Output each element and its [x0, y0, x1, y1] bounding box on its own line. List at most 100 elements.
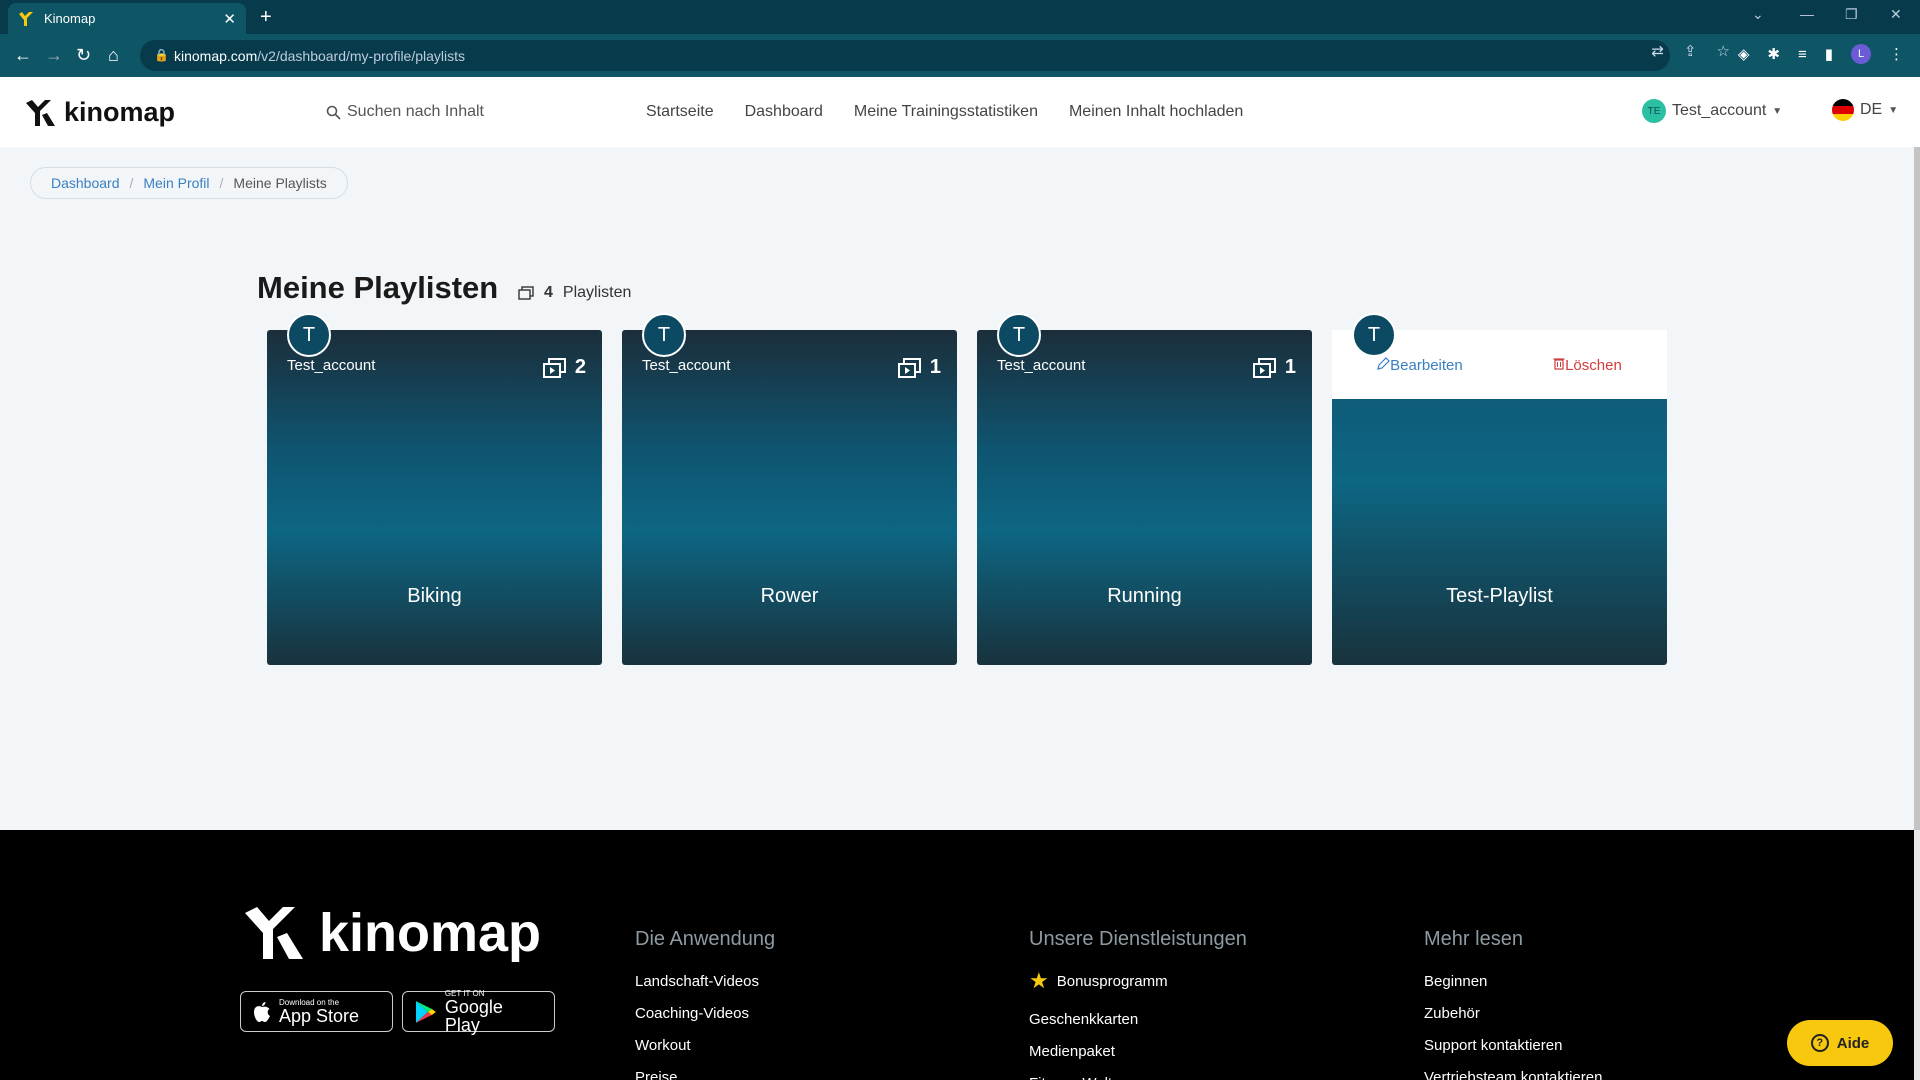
share-icon[interactable]: ⇪: [1684, 42, 1697, 60]
playlist-name: Running: [1107, 585, 1182, 607]
forward-icon[interactable]: →: [45, 44, 63, 66]
help-label: Aide: [1836, 1034, 1870, 1052]
owner-name[interactable]: Test_account: [642, 357, 730, 374]
owner-name[interactable]: Test_account: [287, 357, 375, 374]
video-count-value: 2: [574, 356, 586, 378]
footer-link[interactable]: Fitness-Welt: [1029, 1067, 1247, 1080]
playlist-card-biking[interactable]: T Test_account 2 Biking: [267, 313, 602, 665]
google-play-button[interactable]: GET IT ON Google Play: [402, 989, 555, 1034]
reload-icon[interactable]: ↻: [76, 44, 91, 66]
owner-avatar[interactable]: T: [997, 313, 1041, 357]
breadcrumb-separator: /: [129, 175, 134, 191]
profile-avatar[interactable]: L: [1851, 44, 1871, 64]
footer-column-title: Mehr lesen: [1424, 928, 1523, 950]
owner-avatar[interactable]: T: [1352, 313, 1396, 357]
bookmark-star-icon[interactable]: ☆: [1717, 42, 1730, 60]
url-host: kinomap.com: [174, 47, 258, 64]
footer-link[interactable]: Vertriebsteam kontaktieren: [1424, 1061, 1602, 1080]
footer-link[interactable]: Geschenkkarten: [1029, 1003, 1247, 1035]
browser-tab-bar: Kinomap ✕ + ⌄ — ❐ ✕: [0, 0, 1920, 34]
back-icon[interactable]: ←: [14, 44, 32, 66]
owner-avatar[interactable]: T: [642, 313, 686, 357]
playlist-card-rower[interactable]: T Test_account 1 Rower: [622, 313, 957, 665]
video-count: 2: [542, 356, 586, 379]
user-name: Test_account: [1672, 102, 1767, 119]
menu-dots-icon[interactable]: ⋮: [1889, 45, 1904, 63]
address-bar[interactable]: 🔒 kinomap.com/v2/dashboard/my-profile/pl…: [140, 40, 1670, 71]
language-selector[interactable]: DE ▼: [1832, 99, 1898, 121]
main-nav: Startseite Dashboard Meine Trainingsstat…: [646, 103, 1243, 121]
minimize-icon[interactable]: —: [1800, 6, 1814, 22]
omnibox-actions: ⇄ ⇪ ☆: [1651, 42, 1730, 60]
new-tab-icon[interactable]: +: [260, 6, 272, 29]
nav-upload-content[interactable]: Meinen Inhalt hochladen: [1069, 103, 1243, 121]
footer-logo[interactable]: kinomap: [245, 902, 541, 964]
side-panel-icon[interactable]: ▮: [1825, 45, 1833, 63]
home-icon[interactable]: ⌂: [108, 44, 119, 66]
footer-link-bonus[interactable]: ★ Bonusprogramm: [1029, 965, 1247, 997]
delete-button[interactable]: Löschen: [1553, 357, 1622, 374]
help-question-icon: ?: [1810, 1034, 1829, 1052]
footer-column-title: Unsere Dienstleistungen: [1029, 928, 1247, 950]
footer-link[interactable]: Beginnen: [1424, 965, 1602, 997]
kinomap-favicon-icon: [19, 11, 33, 26]
puzzle-extensions-icon[interactable]: ✱: [1767, 45, 1780, 63]
footer-link[interactable]: Workout: [635, 1029, 775, 1061]
breadcrumb-current: Meine Playlists: [233, 175, 327, 191]
kinomap-logo-icon: [245, 907, 303, 959]
footer-column-services: Unsere Dienstleistungen ★ Bonusprogramm …: [1029, 928, 1247, 1080]
search-label: Suchen nach Inhalt: [347, 103, 484, 120]
close-tab-icon[interactable]: ✕: [223, 10, 236, 28]
browser-tab[interactable]: Kinomap ✕: [8, 3, 246, 34]
help-button[interactable]: ? Aide: [1787, 1020, 1893, 1066]
video-count: 1: [897, 356, 941, 379]
footer-column-title: Die Anwendung: [635, 928, 776, 950]
app-store-button[interactable]: Download on the App Store: [240, 991, 393, 1032]
restore-icon[interactable]: ❐: [1845, 6, 1858, 23]
search-content[interactable]: Suchen nach Inhalt: [326, 103, 484, 121]
kinomap-logo[interactable]: kinomap: [26, 97, 175, 128]
extension-icon[interactable]: ◈: [1738, 45, 1750, 63]
owner-avatar[interactable]: T: [287, 313, 331, 357]
apple-icon: [254, 1001, 270, 1022]
breadcrumb-dashboard[interactable]: Dashboard: [51, 175, 120, 191]
reading-list-icon[interactable]: ≡: [1798, 46, 1807, 63]
footer-link[interactable]: Preise: [635, 1061, 775, 1080]
page-scrollbar[interactable]: [1914, 147, 1920, 1080]
nav-dashboard[interactable]: Dashboard: [745, 103, 823, 121]
chevron-down-icon: ▼: [1772, 105, 1783, 117]
pencil-icon: [1377, 357, 1391, 370]
playlist-card-running[interactable]: T Test_account 1 Running: [977, 313, 1312, 665]
nav-training-stats[interactable]: Meine Trainingsstatistiken: [854, 103, 1038, 121]
chevron-down-icon: ▼: [1888, 104, 1899, 116]
kinomap-logo-icon: [26, 99, 55, 126]
breadcrumb-separator: /: [219, 175, 224, 191]
user-menu[interactable]: TE Test_account ▼: [1642, 99, 1782, 123]
browser-toolbar: ← → ↻ ⌂ 🔒 kinomap.com/v2/dashboard/my-pr…: [0, 34, 1920, 77]
owner-name[interactable]: Test_account: [997, 357, 1085, 374]
playlist-count-value: 4: [544, 284, 553, 301]
footer-link[interactable]: Zubehör: [1424, 997, 1602, 1029]
playlist-name: Test-Playlist: [1446, 585, 1553, 607]
footer-link[interactable]: Support kontaktieren: [1424, 1029, 1602, 1061]
app-store-big: App Store: [279, 1006, 360, 1026]
playlist-count: 4 Playlisten: [518, 284, 631, 302]
tab-title: Kinomap: [44, 11, 96, 26]
site-footer: kinomap Download on the App Store GET IT…: [0, 830, 1914, 1080]
footer-link[interactable]: Landschaft-Videos: [635, 965, 775, 997]
playlist-name: Biking: [407, 585, 462, 607]
playlist-video-icon: [897, 357, 921, 378]
breadcrumb-mein-profil[interactable]: Mein Profil: [143, 175, 209, 191]
footer-link[interactable]: Medienpaket: [1029, 1035, 1247, 1067]
footer-column-app: Die Anwendung Landschaft-Videos Coaching…: [635, 928, 775, 1080]
video-count-value: 1: [929, 356, 941, 378]
tab-search-icon[interactable]: ⌄: [1752, 6, 1764, 23]
playlist-card-test-playlist[interactable]: Bearbeiten Löschen T Test-Playlist: [1332, 313, 1667, 665]
translate-icon[interactable]: ⇄: [1651, 42, 1664, 60]
edit-button[interactable]: Bearbeiten: [1377, 357, 1463, 374]
footer-link[interactable]: Coaching-Videos: [635, 997, 775, 1029]
scrollbar-thumb[interactable]: [1914, 147, 1920, 830]
nav-startseite[interactable]: Startseite: [646, 103, 714, 121]
user-avatar: TE: [1642, 99, 1666, 123]
close-window-icon[interactable]: ✕: [1890, 6, 1902, 23]
